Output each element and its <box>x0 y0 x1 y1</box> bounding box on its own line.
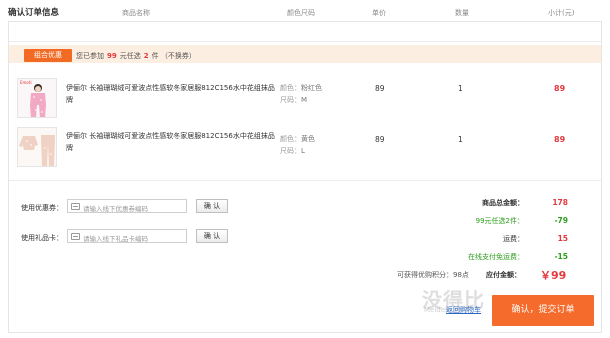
promo-count: 2 <box>143 52 149 60</box>
product-thumbnail[interactable] <box>17 127 57 167</box>
return-cart-link[interactable]: 返回购物车 <box>446 305 481 315</box>
unit-price: 89 <box>375 135 385 144</box>
thumbnail-brand-mark: Emoti <box>20 80 32 85</box>
points-info: 可获得优购积分：98点 <box>397 270 469 280</box>
promo-amount: 99 <box>107 52 117 60</box>
total-label: 商品总金额： <box>482 199 524 207</box>
card-icon <box>71 203 80 210</box>
gift-card-label: 使用礼品卡： <box>21 234 63 242</box>
payable-label: 应付金额： <box>486 271 521 279</box>
points-value: 98点 <box>453 271 469 279</box>
quantity: 1 <box>458 135 463 144</box>
coupon-placeholder: 请输入线下优惠券编码 <box>83 205 148 213</box>
discount-value: -79 <box>554 216 568 225</box>
product-color: 颜色：粉红色 <box>280 82 322 94</box>
promo-tag: 组合优惠 <box>24 49 72 62</box>
header-product: 商品名称 <box>122 9 150 17</box>
size-value: M <box>301 96 308 104</box>
section-divider <box>9 180 601 181</box>
color-label: 颜色： <box>280 84 301 92</box>
header-subtotal: 小计(元) <box>548 9 575 17</box>
product-name-link[interactable]: 伊俪尔 长袖珊瑚绒可爱波点性感软冬家居服812C156水中花组抹品牌 <box>66 130 276 154</box>
gift-card-input[interactable]: 请输入线下礼品卡编码 <box>67 229 187 243</box>
submit-order-button[interactable]: 确认，提交订单 <box>492 295 594 326</box>
product-color: 颜色：黄色 <box>280 133 315 145</box>
size-label: 尺码： <box>280 96 301 104</box>
color-value: 黄色 <box>301 135 315 143</box>
quantity: 1 <box>458 84 463 93</box>
promo-suffix: 件 （不换券） <box>151 52 196 60</box>
page-title: 确认订单信息 <box>8 8 60 18</box>
table-header <box>9 22 601 42</box>
product-size: 尺码：L <box>280 145 305 157</box>
product-thumbnail[interactable]: Emoti <box>17 78 57 118</box>
header-quantity: 数量 <box>455 9 469 17</box>
pajama-yellow-image <box>18 128 56 166</box>
points-label: 可获得优购积分： <box>397 271 453 279</box>
color-value: 粉红色 <box>301 84 322 92</box>
shipping-label: 运费： <box>503 235 524 243</box>
unit-price: 89 <box>375 84 385 93</box>
card-icon <box>71 233 80 240</box>
order-panel <box>8 21 602 333</box>
promo-middle: 元任选 <box>119 52 141 60</box>
coupon-input[interactable]: 请输入线下优惠券编码 <box>67 199 187 213</box>
promo-text: 您已参加 99 元任选 2 件 （不换券） <box>76 51 196 61</box>
product-size: 尺码：M <box>280 94 307 106</box>
shipping-discount-value: -15 <box>554 252 568 261</box>
size-value: L <box>301 147 305 155</box>
shipping-value: 15 <box>557 234 568 243</box>
coupon-confirm-button[interactable]: 确 认 <box>196 199 228 213</box>
total-value: 178 <box>552 198 568 207</box>
header-color-size: 颜色尺码 <box>287 9 315 17</box>
size-label: 尺码： <box>280 147 301 155</box>
item-subtotal: 89 <box>554 135 566 144</box>
product-name-link[interactable]: 伊俪尔 长袖珊瑚绒可爱波点性感软冬家居服812C156水中花组抹品牌 <box>66 82 276 106</box>
payable-value: ￥99 <box>540 269 567 282</box>
header-unit-price: 单价 <box>372 9 386 17</box>
discount-label: 99元任选2件： <box>475 217 524 225</box>
color-label: 颜色： <box>280 135 301 143</box>
promo-prefix: 您已参加 <box>76 52 104 60</box>
gift-card-confirm-button[interactable]: 确 认 <box>196 229 228 243</box>
gift-card-placeholder: 请输入线下礼品卡编码 <box>83 235 148 243</box>
shipping-discount-label: 在线支付免运费： <box>468 253 524 261</box>
item-subtotal: 89 <box>554 84 566 93</box>
coupon-label: 使用优惠券： <box>21 204 63 212</box>
